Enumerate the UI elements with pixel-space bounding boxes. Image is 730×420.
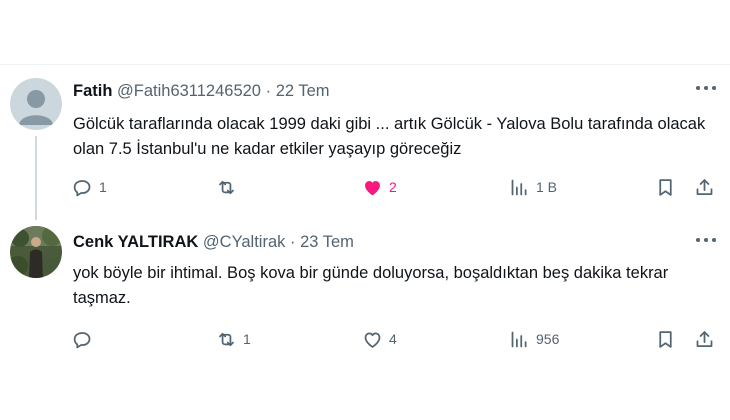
- tweet-date[interactable]: 22 Tem: [276, 82, 330, 100]
- separator-dot: ·: [265, 82, 272, 100]
- views-button[interactable]: 956: [509, 326, 559, 352]
- repost-button[interactable]: [216, 174, 243, 200]
- like-button[interactable]: 2: [362, 174, 397, 200]
- like-count: 4: [389, 331, 397, 347]
- share-button[interactable]: [694, 174, 715, 200]
- more-options-icon[interactable]: [696, 238, 716, 244]
- views-chart-icon: [511, 331, 527, 347]
- reply-icon: [73, 179, 91, 196]
- heart-filled-icon: [365, 180, 380, 195]
- separator-dot: ·: [289, 233, 296, 251]
- tweet-date[interactable]: 23 Tem: [300, 233, 354, 251]
- display-name[interactable]: Cenk YALTIRAK: [73, 233, 198, 251]
- bookmark-button[interactable]: [655, 326, 676, 352]
- repost-button[interactable]: 1: [216, 326, 251, 352]
- user-handle[interactable]: @Fatih6311246520: [117, 82, 261, 100]
- views-chart-icon: [511, 179, 527, 195]
- heart-icon: [364, 332, 381, 348]
- more-options-icon[interactable]: [696, 86, 716, 92]
- user-handle[interactable]: @CYaltirak: [203, 233, 285, 251]
- share-button[interactable]: [694, 326, 715, 352]
- share-icon: [696, 330, 713, 347]
- like-count: 2: [389, 179, 397, 195]
- tweet-header: Cenk YALTIRAK @CYaltirak · 23 Tem: [73, 233, 354, 252]
- repost-icon: [219, 332, 234, 346]
- view-count: 956: [536, 331, 560, 347]
- like-button[interactable]: 4: [362, 326, 397, 352]
- tweet-text: Gölcük taraflarında olacak 1999 daki gib…: [73, 115, 706, 158]
- tweet[interactable]: Fatih @Fatih6311246520 · 22 Tem Gölcük t…: [0, 66, 730, 220]
- tweet-actions: 1 2 1 B: [0, 174, 730, 200]
- display-name[interactable]: Fatih: [73, 82, 112, 100]
- default-avatar[interactable]: [10, 78, 62, 130]
- tweet-header: Fatih @Fatih6311246520 · 22 Tem: [73, 82, 330, 101]
- bookmark-icon: [659, 178, 672, 196]
- profile-photo-avatar[interactable]: [10, 226, 62, 278]
- reply-count: 1: [99, 179, 107, 195]
- bookmark-icon: [659, 330, 672, 348]
- top-divider: [0, 64, 730, 65]
- share-icon: [696, 178, 713, 195]
- tweet-text: yok böyle bir ihtimal. Boş kova bir günd…: [73, 264, 669, 307]
- views-button[interactable]: 1 B: [509, 174, 557, 200]
- view-count: 1 B: [536, 179, 558, 195]
- reply-button[interactable]: 1: [72, 174, 107, 200]
- tweet-actions: 1 4 956: [0, 326, 730, 352]
- reply-button[interactable]: [72, 326, 99, 352]
- reply-icon: [73, 331, 91, 348]
- repost-icon: [219, 180, 234, 194]
- bookmark-button[interactable]: [655, 174, 676, 200]
- repost-count: 1: [243, 331, 251, 347]
- tweet[interactable]: Cenk YALTIRAK @CYaltirak · 23 Tem yok bö…: [0, 222, 730, 372]
